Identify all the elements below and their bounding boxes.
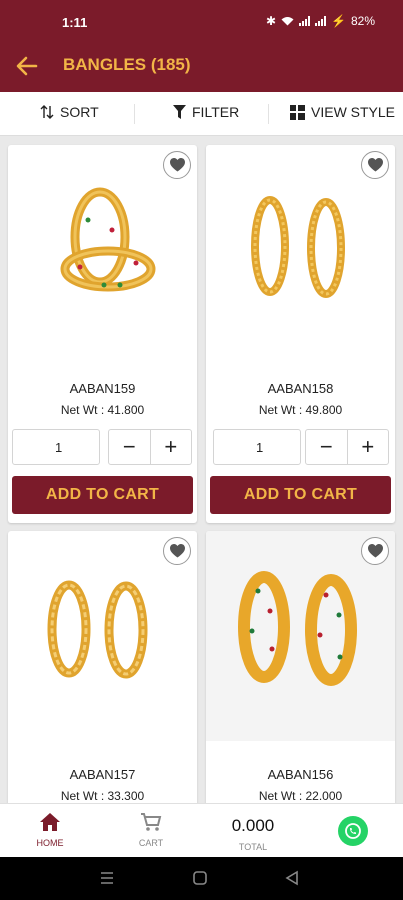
- sort-label: SORT: [60, 104, 99, 120]
- wishlist-button[interactable]: [361, 151, 389, 179]
- nav-home-label: HOME: [36, 838, 64, 848]
- system-nav-bar: [0, 857, 403, 900]
- product-net-weight: Net Wt : 49.800: [258, 403, 343, 417]
- heart-icon: [169, 158, 185, 172]
- bluetooth-icon: ✱: [265, 14, 277, 28]
- quantity-stepper: − +: [108, 429, 192, 465]
- product-card[interactable]: AABAN156 Net Wt : 22.000: [206, 531, 395, 811]
- nav-cart-label: CART: [138, 838, 164, 848]
- filter-label: FILTER: [192, 104, 240, 120]
- home-system-icon[interactable]: [192, 870, 208, 886]
- decrement-button[interactable]: −: [306, 430, 347, 464]
- add-to-cart-button[interactable]: ADD TO CART: [210, 476, 391, 514]
- product-net-weight: Net Wt : 33.300: [60, 789, 145, 803]
- status-time: 1:11: [62, 15, 88, 30]
- quantity-input[interactable]: 1: [12, 429, 100, 465]
- grid-view-icon: [290, 104, 305, 120]
- filter-button[interactable]: FILTER: [173, 104, 239, 120]
- whatsapp-icon: [345, 823, 361, 839]
- recents-icon[interactable]: [99, 870, 115, 886]
- product-sku: AABAN159: [69, 381, 136, 396]
- quantity-stepper: − +: [305, 429, 389, 465]
- product-card[interactable]: AABAN158 Net Wt : 49.800 1 − + ADD TO CA…: [206, 145, 395, 523]
- back-arrow-icon[interactable]: [14, 53, 40, 79]
- increment-button[interactable]: +: [346, 430, 389, 464]
- heart-icon: [367, 158, 383, 172]
- cart-total-value: 0.000: [231, 816, 275, 835]
- quantity-input[interactable]: 1: [213, 429, 301, 465]
- signal-icon: [299, 16, 311, 26]
- product-sku: AABAN157: [69, 767, 136, 782]
- product-net-weight: Net Wt : 41.800: [60, 403, 145, 417]
- app-bar: BANGLES (185): [0, 40, 403, 92]
- sort-icon: [40, 105, 54, 119]
- sort-button[interactable]: SORT: [40, 104, 99, 120]
- filter-icon: [173, 105, 186, 119]
- back-system-icon[interactable]: [284, 870, 300, 886]
- view-style-button[interactable]: VIEW STYLE: [290, 104, 395, 120]
- page-title: BANGLES (185): [63, 55, 191, 74]
- decrement-button[interactable]: −: [109, 430, 150, 464]
- nav-home[interactable]: HOME: [15, 812, 85, 848]
- charging-icon: ⚡: [331, 14, 346, 28]
- cart-total-label: TOTAL: [238, 842, 268, 852]
- nav-cart[interactable]: CART: [116, 812, 186, 848]
- product-sku: AABAN156: [267, 767, 334, 782]
- bottom-navigation: HOME CART 0.000 TOTAL: [0, 803, 403, 857]
- status-bar: 1:11 ✱ ⚡ 82%: [0, 0, 403, 40]
- toolbar-divider-2: [268, 104, 269, 124]
- product-card[interactable]: AABAN157 Net Wt : 33.300: [8, 531, 197, 811]
- heart-icon: [169, 544, 185, 558]
- add-to-cart-button[interactable]: ADD TO CART: [12, 476, 193, 514]
- battery-percent: 82%: [350, 14, 375, 28]
- wifi-icon: [281, 17, 294, 26]
- signal-icon-2: [315, 16, 327, 26]
- product-net-weight: Net Wt : 22.000: [258, 789, 343, 803]
- sort-filter-toolbar: SORT FILTER VIEW STYLE: [0, 92, 403, 136]
- heart-icon: [367, 544, 383, 558]
- product-sku: AABAN158: [267, 381, 334, 396]
- product-card[interactable]: AABAN159 Net Wt : 41.800 1 − + ADD TO CA…: [8, 145, 197, 523]
- wishlist-button[interactable]: [163, 151, 191, 179]
- wishlist-button[interactable]: [163, 537, 191, 565]
- whatsapp-button[interactable]: [338, 816, 368, 846]
- toolbar-divider: [134, 104, 135, 124]
- wishlist-button[interactable]: [361, 537, 389, 565]
- home-icon: [40, 813, 60, 831]
- cart-icon: [141, 813, 162, 831]
- status-icons: ✱ ⚡ 82%: [266, 14, 375, 28]
- increment-button[interactable]: +: [149, 430, 192, 464]
- view-style-label: VIEW STYLE: [311, 104, 396, 120]
